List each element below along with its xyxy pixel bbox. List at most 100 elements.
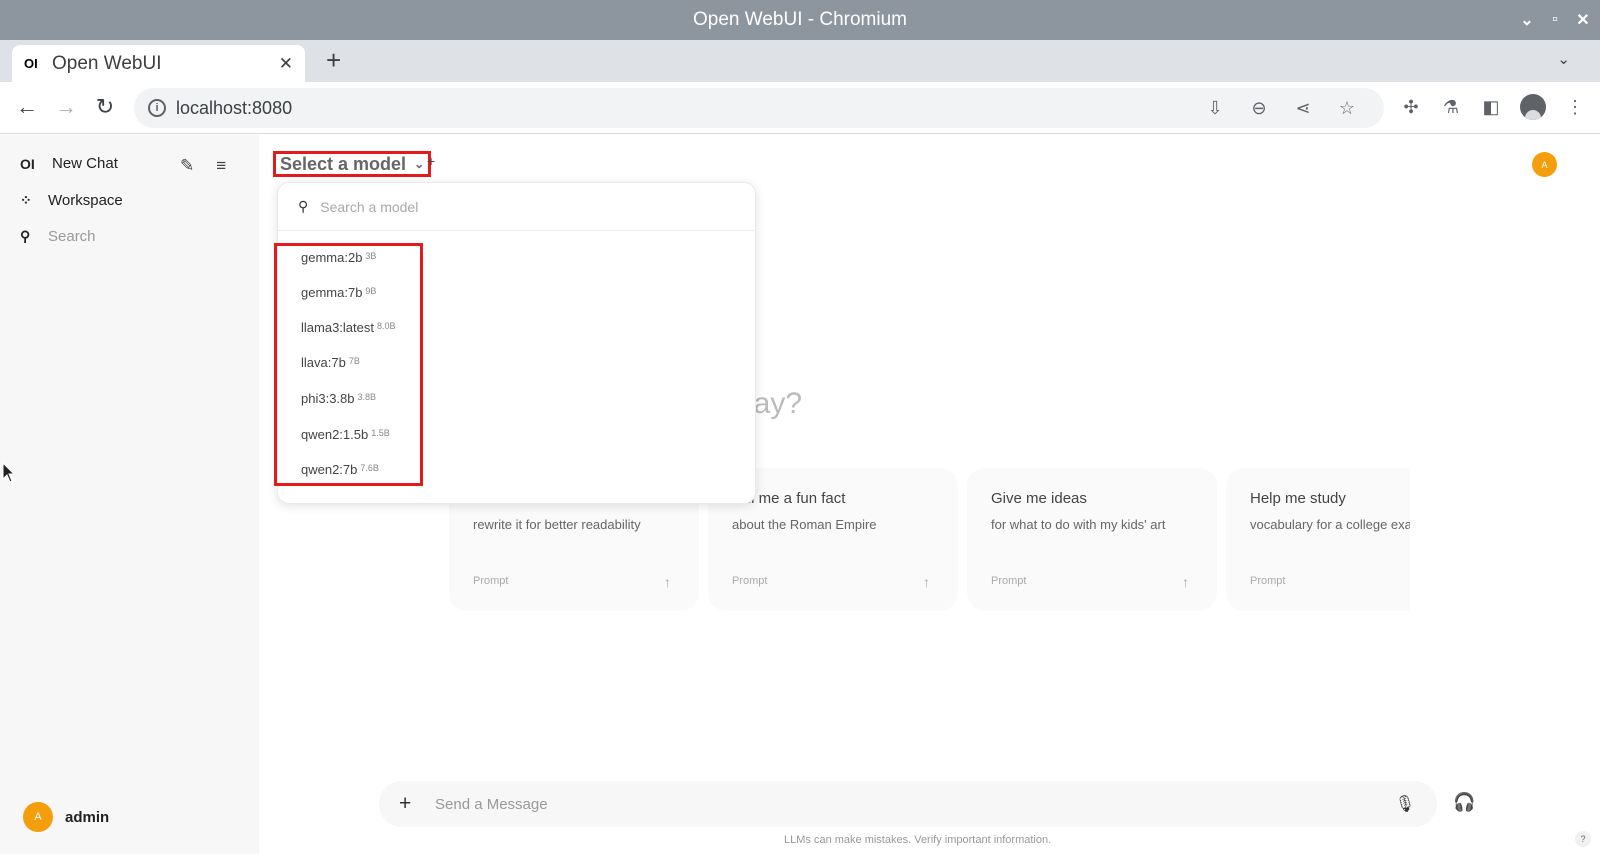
new-tab-icon[interactable]: + [326, 47, 341, 73]
menu-kebab-icon[interactable]: ⋮ [1564, 97, 1586, 118]
suggestion-tag: Prompt [991, 575, 1027, 587]
suggestion-tag: Prompt [473, 575, 509, 587]
model-option[interactable]: gemma:2b 3B [301, 250, 376, 265]
model-name: llava:7b [301, 355, 346, 370]
model-size: 9B [365, 286, 377, 296]
toolbar-right: ✣ ⚗ ◧ ⋮ [1400, 94, 1586, 120]
model-option[interactable]: phi3:3.8b 3.8B [301, 391, 376, 406]
site-info-icon[interactable]: i [148, 99, 166, 117]
attach-plus-icon[interactable]: + [399, 792, 419, 816]
workspace-icon: ⁘ [20, 192, 32, 208]
help-button[interactable]: ? [1575, 831, 1591, 847]
model-name: qwen2:7b [301, 462, 358, 477]
zoom-icon[interactable]: ⊖ [1248, 98, 1270, 119]
headphones-icon[interactable]: 🎧 [1453, 792, 1475, 813]
sidebar-actions: ✎ ≡ [180, 156, 226, 176]
sidebar-new-chat[interactable]: OI New Chat [20, 155, 118, 172]
window-title: Open WebUI - Chromium [693, 9, 907, 30]
forward-icon[interactable]: → [53, 94, 79, 120]
url-text: localhost:8080 [176, 97, 293, 118]
message-composer: + Send a Message 🎙 [379, 781, 1437, 827]
model-name: gemma:7b [301, 285, 363, 300]
model-select-button[interactable]: Select a model ⌄ [273, 151, 432, 177]
suggestion-title: Tell me a fun fact [732, 490, 846, 507]
extensions-icon[interactable]: ✣ [1400, 97, 1422, 118]
arrow-up-icon: ↑ [923, 574, 930, 590]
model-size: 7.6B [360, 463, 379, 473]
user-name: admin [65, 808, 110, 826]
model-list: gemma:2b 3B gemma:7b 9B llama3:latest 8.0B … [274, 243, 423, 486]
browser-toolbar: ← → ↻ i localhost:8080 ⇩ ⊖ ⋖ ☆ ✣ ⚗ ◧ ⋮ [0, 82, 1600, 134]
window-controls: ⌄ ▫ ✕ [1520, 0, 1590, 40]
suggestion-card[interactable]: Give me ideas for what to do with my kid… [967, 468, 1217, 611]
window-titlebar: Open WebUI - Chromium ⌄ ▫ ✕ [0, 0, 1600, 40]
chevron-down-icon: ⌄ [414, 157, 425, 171]
reload-icon[interactable]: ↻ [92, 94, 118, 120]
browser-tab[interactable]: OI Open WebUI ✕ [12, 45, 305, 82]
model-name: phi3:3.8b [301, 391, 355, 406]
close-window-icon[interactable]: ✕ [1576, 10, 1590, 30]
model-size: 3B [365, 251, 377, 261]
address-bar[interactable]: i localhost:8080 ⇩ ⊖ ⋖ ☆ [134, 88, 1384, 128]
favicon-icon: OI [24, 56, 38, 71]
sidebar-item-workspace[interactable]: ⁘ Workspace [20, 192, 123, 209]
sidebar-search-placeholder: Search [48, 228, 96, 245]
microphone-icon[interactable]: 🎙 [1395, 794, 1415, 814]
logo-icon: OI [20, 155, 35, 172]
tab-title: Open WebUI [52, 52, 162, 74]
model-size: 3.8B [357, 392, 377, 402]
bookmark-star-icon[interactable]: ☆ [1336, 98, 1358, 119]
model-dropdown: ⚲ gemma:2b3B gemma:7b9B llama3:latest8.0… [274, 182, 756, 504]
compose-icon[interactable]: ✎ [180, 156, 194, 176]
profile-avatar-icon[interactable] [1520, 94, 1546, 120]
back-icon[interactable]: ← [14, 94, 40, 120]
model-name: qwen2:1.5b [301, 427, 369, 442]
model-size: 8.0B [376, 321, 396, 331]
model-search: ⚲ [278, 183, 755, 231]
suggestion-tag: Prompt [1250, 575, 1286, 587]
labs-flask-icon[interactable]: ⚗ [1440, 97, 1462, 118]
avatar[interactable]: A [1532, 152, 1557, 177]
new-chat-label: New Chat [52, 155, 118, 172]
side-panel-icon[interactable]: ◧ [1480, 97, 1502, 118]
workspace-label: Workspace [48, 192, 123, 209]
address-bar-actions: ⇩ ⊖ ⋖ ☆ [1204, 88, 1358, 128]
search-icon: ⚲ [20, 228, 31, 244]
install-app-icon[interactable]: ⇩ [1204, 98, 1226, 119]
suggestion-title: Give me ideas [991, 490, 1087, 507]
search-icon: ⚲ [298, 198, 309, 214]
maximize-icon[interactable]: ▫ [1548, 11, 1562, 29]
sidebar: OI New Chat ✎ ≡ ⁘ Workspace ⚲ Search A a… [0, 135, 259, 854]
tab-strip: OI Open WebUI ✕ [0, 40, 1600, 82]
suggestion-tag: Prompt [732, 575, 768, 587]
model-name: llama3:latest [301, 320, 374, 335]
tab-search-chevron-icon[interactable]: ⌄ [1557, 50, 1570, 68]
suggestion-card[interactable]: Help me study vocabulary for a college e… [1226, 468, 1410, 611]
share-icon[interactable]: ⋖ [1292, 98, 1314, 119]
model-size: 7B [348, 356, 360, 366]
minimize-icon[interactable]: ⌄ [1520, 10, 1534, 30]
model-option[interactable]: qwen2:1.5b 1.5B [301, 427, 390, 442]
model-name: gemma:2b [301, 250, 363, 265]
model-option[interactable]: gemma:7b 9B [301, 285, 376, 300]
model-option[interactable]: llama3:latest 8.0B [301, 320, 396, 335]
tab-close-icon[interactable]: ✕ [279, 54, 293, 74]
suggestion-subtitle: vocabulary for a college exam [1250, 517, 1410, 532]
suggestion-subtitle: about the Roman Empire [732, 517, 877, 532]
model-option[interactable]: qwen2:7b 7.6B [301, 462, 379, 477]
message-input[interactable]: Send a Message [435, 796, 1395, 813]
suggestion-subtitle: for what to do with my kids' art [991, 517, 1166, 532]
avatar: A [23, 802, 53, 832]
suggestion-title: Help me study [1250, 490, 1346, 507]
arrow-up-icon: ↑ [664, 574, 671, 590]
model-search-input[interactable] [320, 198, 701, 215]
model-select-label: Select a model [280, 153, 407, 174]
sidebar-search[interactable]: ⚲ Search [20, 228, 96, 245]
user-menu[interactable]: A admin [23, 802, 109, 832]
add-model-button[interactable]: + [427, 153, 435, 169]
sidebar-toggle-icon[interactable]: ≡ [216, 156, 226, 176]
suggestion-subtitle: rewrite it for better readability [473, 517, 641, 532]
model-size: 1.5B [371, 428, 390, 438]
model-option[interactable]: llava:7b 7B [301, 355, 360, 370]
arrow-up-icon: ↑ [1182, 574, 1189, 590]
